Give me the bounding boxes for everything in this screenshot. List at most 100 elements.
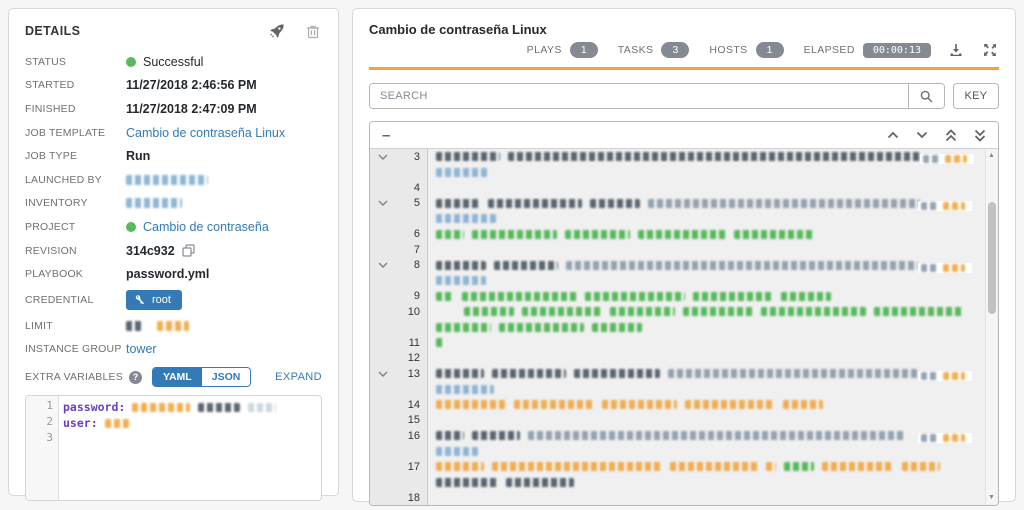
- editor-code-line: password:: [63, 399, 321, 415]
- scroll-top-button[interactable]: [945, 128, 957, 142]
- redacted-text: [508, 152, 922, 162]
- redacted-text: [921, 263, 939, 272]
- extra-variables-row: EXTRA VARIABLES ? YAML JSON EXPAND: [25, 367, 322, 388]
- detail-label: PLAYBOOK: [25, 268, 84, 281]
- redacted-text: [610, 307, 675, 317]
- editor-code: password: user:: [59, 396, 321, 500]
- editor-gutter: 1 2 3: [26, 396, 59, 501]
- extra-variables-label: EXTRA VARIABLES: [25, 371, 123, 384]
- detail-value: root: [126, 289, 182, 310]
- search-input[interactable]: [370, 84, 908, 108]
- redacted-text: [104, 418, 129, 428]
- collapse-all-toggle[interactable]: –: [382, 128, 390, 143]
- download-output-button[interactable]: [947, 41, 965, 59]
- details-title: DETAILS: [25, 24, 81, 38]
- expander-toggle[interactable]: [370, 261, 396, 269]
- credential-badge[interactable]: root: [126, 289, 182, 310]
- redacted-text: [943, 372, 965, 381]
- redacted-text: [943, 434, 965, 443]
- line-content: [427, 369, 998, 382]
- detail-label: STATUS: [25, 55, 67, 68]
- output-line: 15: [370, 413, 998, 429]
- line-content: [427, 214, 998, 224]
- question-icon[interactable]: ?: [128, 370, 142, 384]
- scroll-next-button[interactable]: [916, 130, 928, 140]
- expand-variables-link[interactable]: EXPAND: [275, 371, 322, 383]
- redacted-text: [874, 307, 964, 317]
- detail-link[interactable]: tower: [126, 342, 157, 356]
- editor-line-number: 1: [46, 399, 53, 413]
- redacted-text: [943, 201, 965, 210]
- redacted-text: [566, 260, 918, 270]
- line-number: 8: [413, 259, 420, 272]
- expander-toggle[interactable]: [370, 153, 396, 161]
- output-toolbar: –: [370, 122, 998, 149]
- redacted-text: [436, 446, 478, 456]
- redacted-text: [638, 229, 726, 239]
- search-submit-button[interactable]: [908, 84, 944, 108]
- copy-icon[interactable]: [182, 244, 195, 257]
- redacted-text: [670, 462, 758, 472]
- output-line: 7: [370, 242, 998, 258]
- redacted-text: [126, 174, 208, 185]
- search-icon: [920, 90, 933, 102]
- line-content: [427, 198, 998, 211]
- line-content: [427, 462, 998, 472]
- detail-value: 314c932: [126, 244, 195, 258]
- scroll-bottom-button[interactable]: [974, 129, 986, 142]
- output-scrollbar[interactable]: ▲ ▼: [985, 150, 997, 504]
- search-key-button[interactable]: KEY: [953, 83, 999, 109]
- redacted-text: [499, 322, 584, 332]
- line-content: [427, 384, 998, 394]
- detail-link[interactable]: Cambio de contraseña Linux: [126, 126, 285, 140]
- variables-format-toggle: YAML JSON: [151, 367, 252, 388]
- stat-elapsed: ELAPSED 00:00:13: [804, 42, 931, 58]
- redacted-text: [528, 431, 906, 441]
- line-content: [427, 477, 998, 487]
- extra-variables-editor[interactable]: 1 2 3 password: user:: [25, 395, 322, 502]
- redacted-text: [132, 402, 191, 412]
- output-line: [370, 475, 998, 491]
- double-chevron-up-icon: [945, 128, 957, 141]
- redacted-text: [472, 229, 557, 239]
- output-line: 4: [370, 180, 998, 196]
- job-title: Cambio de contraseña Linux: [369, 22, 547, 37]
- redacted-text: [693, 291, 773, 301]
- relaunch-button[interactable]: [268, 22, 286, 40]
- redacted-text: [592, 322, 642, 332]
- accent-divider: [369, 67, 999, 70]
- detail-row-inventory: INVENTORY: [25, 192, 322, 216]
- output-line: 13: [370, 366, 998, 382]
- line-content: [427, 338, 998, 348]
- line-number: 11: [408, 336, 420, 349]
- event-timestamp: [918, 200, 972, 211]
- redacted-text: [436, 291, 454, 301]
- line-content: [427, 167, 998, 177]
- scrollbar-down-arrow[interactable]: ▼: [986, 492, 997, 504]
- detail-link[interactable]: Cambio de contraseña: [143, 220, 269, 234]
- detail-row-launched-by: LAUNCHED BY: [25, 168, 322, 192]
- scroll-previous-button[interactable]: [887, 130, 899, 140]
- redacted-text: [436, 431, 464, 441]
- detail-label: JOB TEMPLATE: [25, 126, 106, 139]
- line-content: [427, 276, 998, 286]
- redacted-text: [766, 462, 776, 472]
- output-line: [370, 273, 998, 289]
- line-number: 10: [407, 305, 420, 318]
- line-number: 6: [413, 228, 420, 241]
- scrollbar-thumb[interactable]: [988, 202, 996, 314]
- redacted-text: [436, 462, 484, 472]
- redacted-text: [436, 229, 464, 239]
- json-toggle-button[interactable]: JSON: [201, 368, 251, 387]
- detail-label: LAUNCHED BY: [25, 173, 102, 186]
- expander-toggle[interactable]: [370, 199, 396, 207]
- chevron-down-icon: [916, 131, 928, 139]
- expander-toggle[interactable]: [370, 370, 396, 378]
- yaml-toggle-button[interactable]: YAML: [152, 368, 202, 387]
- detail-row-limit: LIMIT: [25, 314, 322, 338]
- redacted-text: [126, 320, 142, 331]
- fullscreen-output-button[interactable]: [981, 41, 999, 59]
- scrollbar-up-arrow[interactable]: ▲: [986, 150, 997, 162]
- delete-job-button[interactable]: [304, 22, 322, 40]
- detail-row-instance-group: INSTANCE GROUP tower: [25, 338, 322, 362]
